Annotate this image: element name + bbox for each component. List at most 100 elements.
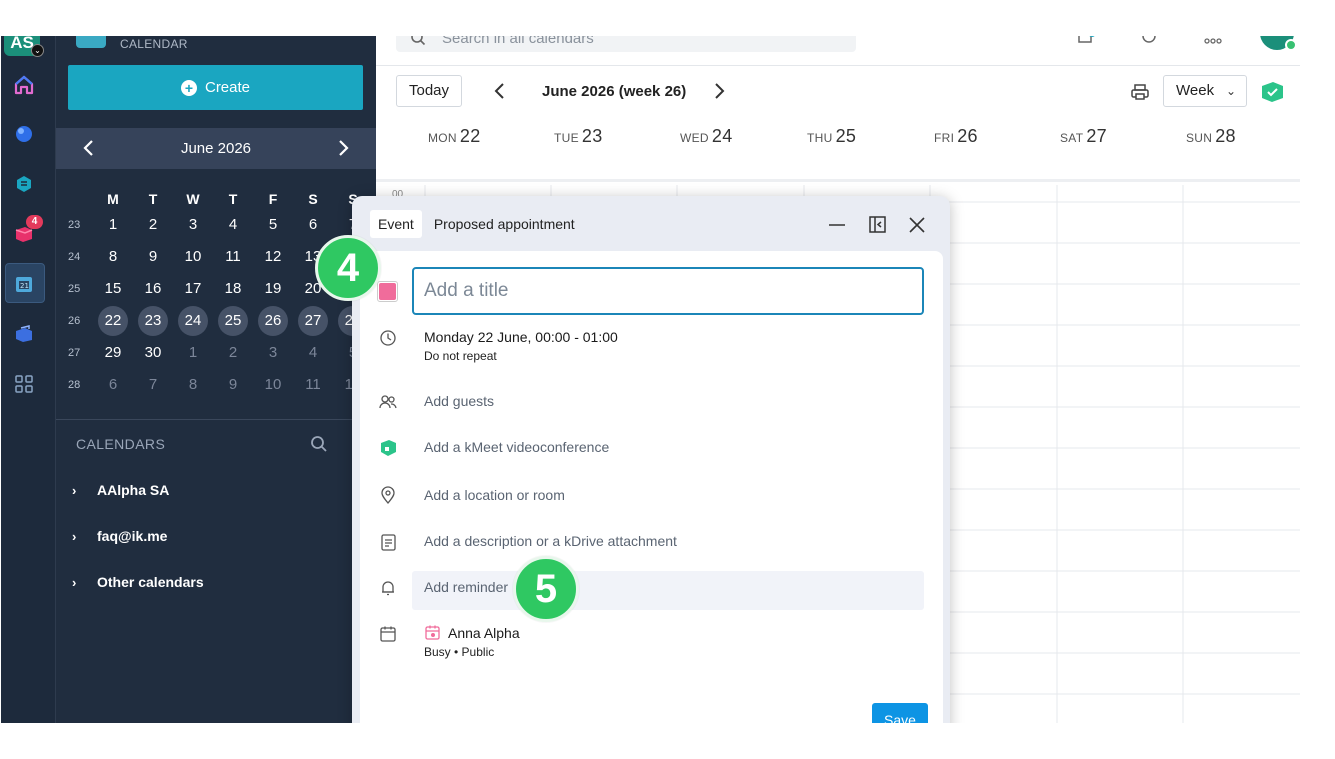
event-calendar-status[interactable]: Busy • Public: [424, 645, 494, 659]
mini-calendar-day[interactable]: 6: [298, 210, 328, 240]
mini-calendar-day[interactable]: 1: [98, 210, 128, 240]
mini-calendar-day[interactable]: 30: [138, 338, 168, 368]
next-month-icon[interactable]: [332, 137, 354, 159]
guests-icon: [378, 392, 398, 412]
calendar-group-faq[interactable]: › faq@ik.me: [72, 528, 167, 544]
kmeet-icon[interactable]: [1259, 80, 1285, 104]
prev-month-icon[interactable]: [78, 137, 100, 159]
chevron-right-icon: ›: [72, 482, 77, 498]
day-header[interactable]: TUE 23: [554, 126, 603, 147]
mini-calendar-day[interactable]: 27: [298, 306, 328, 336]
mini-calendar-day[interactable]: 11: [298, 370, 328, 400]
mini-calendar-day[interactable]: 3: [178, 210, 208, 240]
mini-calendar-day[interactable]: 8: [178, 370, 208, 400]
prev-week-icon[interactable]: [490, 81, 510, 101]
kdrive-app-icon[interactable]: [13, 173, 35, 195]
add-guests-field[interactable]: Add guests: [424, 393, 494, 409]
mini-calendar-day[interactable]: 10: [258, 370, 288, 400]
calendar-group-label: faq@ik.me: [97, 528, 168, 544]
brand-name: CALENDAR: [120, 37, 188, 51]
add-videoconference-field[interactable]: Add a kMeet videoconference: [424, 439, 609, 455]
mini-calendar-day[interactable]: 22: [98, 306, 128, 336]
mail-app-icon[interactable]: [13, 123, 35, 145]
day-header-dow: SUN: [1186, 131, 1213, 145]
print-icon[interactable]: [1130, 82, 1150, 102]
calendar-app-icon[interactable]: 21: [13, 273, 35, 295]
mini-calendar-day[interactable]: 17: [178, 274, 208, 304]
calendar-icon: [378, 624, 398, 644]
event-color-picker[interactable]: [377, 281, 398, 302]
view-select[interactable]: Week ⌄: [1163, 75, 1247, 107]
mini-calendar-day[interactable]: 10: [178, 242, 208, 272]
event-title-input[interactable]: [412, 267, 924, 315]
next-week-icon[interactable]: [709, 81, 729, 101]
calendar-search-icon[interactable]: [310, 435, 328, 453]
mini-calendar-day[interactable]: 16: [138, 274, 168, 304]
mini-calendar-day[interactable]: 12: [258, 242, 288, 272]
mini-calendar-day[interactable]: 2: [218, 338, 248, 368]
mini-calendar-day[interactable]: 29: [98, 338, 128, 368]
mini-calendar-week: 231234567: [56, 210, 376, 242]
mini-calendar-day[interactable]: 25: [218, 306, 248, 336]
search-icon: [410, 36, 426, 46]
mini-calendar-day[interactable]: 19: [258, 274, 288, 304]
user-avatar[interactable]: [1260, 36, 1297, 51]
day-header[interactable]: FRI 26: [934, 126, 978, 147]
week-day-headers: MON 22 TUE 23 WED 24 THU 25 FRI 26 SAT 27 SUN 28: [376, 116, 1300, 182]
search-input[interactable]: Search in all calendars: [396, 36, 856, 52]
mini-calendar-day[interactable]: 3: [258, 338, 288, 368]
day-header[interactable]: THU 25: [807, 126, 856, 147]
mini-calendar-day[interactable]: 11: [218, 242, 248, 272]
mini-calendar-day[interactable]: 1: [178, 338, 208, 368]
grid-apps-icon[interactable]: [13, 373, 35, 395]
close-icon[interactable]: [906, 214, 928, 236]
notification-badge: 4: [26, 215, 43, 229]
mini-calendar-day[interactable]: 4: [218, 210, 248, 240]
expand-panel-icon[interactable]: [866, 214, 888, 236]
day-header[interactable]: MON 22: [428, 126, 481, 147]
create-button[interactable]: + Create: [68, 65, 363, 110]
home-icon[interactable]: [13, 74, 35, 96]
help-icon[interactable]: [1138, 36, 1160, 49]
apps-menu-icon[interactable]: [1202, 36, 1224, 49]
day-header[interactable]: SUN 28: [1186, 126, 1236, 147]
save-button[interactable]: Save: [872, 703, 928, 723]
contacts-app-icon[interactable]: [13, 323, 35, 345]
mini-calendar-day[interactable]: 15: [98, 274, 128, 304]
calendar-app: AS ⌄ 4 21 CALENDAR + Create June 2026 M …: [1, 36, 1300, 723]
mini-calendar-day[interactable]: 18: [218, 274, 248, 304]
mini-calendar-day[interactable]: 23: [138, 306, 168, 336]
calendar-group-aalpha[interactable]: › AAlpha SA: [72, 482, 169, 498]
mini-calendar-day[interactable]: 2: [138, 210, 168, 240]
mini-calendar-day[interactable]: 7: [138, 370, 168, 400]
event-datetime[interactable]: Monday 22 June, 00:00 - 01:00: [424, 329, 618, 345]
day-header-date: 22: [459, 126, 481, 146]
add-description-field[interactable]: Add a description or a kDrive attachment: [424, 533, 677, 549]
tab-event[interactable]: Event: [370, 210, 422, 238]
day-header[interactable]: SAT 27: [1060, 126, 1107, 147]
day-header-date: 26: [957, 126, 978, 146]
account-chevron-icon[interactable]: ⌄: [31, 44, 44, 57]
mini-calendar-day[interactable]: 6: [98, 370, 128, 400]
minimize-icon[interactable]: [826, 214, 848, 236]
calendar-toolbar: Today June 2026 (week 26) Week ⌄: [376, 66, 1300, 116]
mini-calendar-day[interactable]: 5: [258, 210, 288, 240]
tab-proposed-appointment[interactable]: Proposed appointment: [426, 210, 583, 238]
mini-calendar-day[interactable]: 4: [298, 338, 328, 368]
event-calendar-name[interactable]: Anna Alpha: [448, 625, 520, 641]
mini-calendar-day[interactable]: 9: [138, 242, 168, 272]
event-repeat[interactable]: Do not repeat: [424, 349, 497, 363]
day-header[interactable]: WED 24: [680, 126, 733, 147]
app-rail: AS ⌄ 4 21: [1, 36, 56, 723]
notifications-icon[interactable]: [1074, 36, 1096, 49]
add-location-field[interactable]: Add a location or room: [424, 487, 565, 503]
sidebar: CALENDAR + Create June 2026 MTWTFSS23123…: [56, 36, 376, 723]
calendar-group-label: AAlpha SA: [97, 482, 170, 498]
mini-calendar-day[interactable]: 24: [178, 306, 208, 336]
calendar-group-other[interactable]: › Other calendars: [72, 574, 204, 590]
mini-calendar-day[interactable]: 26: [258, 306, 288, 336]
mini-calendar-day[interactable]: 9: [218, 370, 248, 400]
mini-calendar-day[interactable]: 8: [98, 242, 128, 272]
today-button[interactable]: Today: [396, 75, 462, 107]
add-reminder-field[interactable]: Add reminder: [424, 579, 508, 595]
